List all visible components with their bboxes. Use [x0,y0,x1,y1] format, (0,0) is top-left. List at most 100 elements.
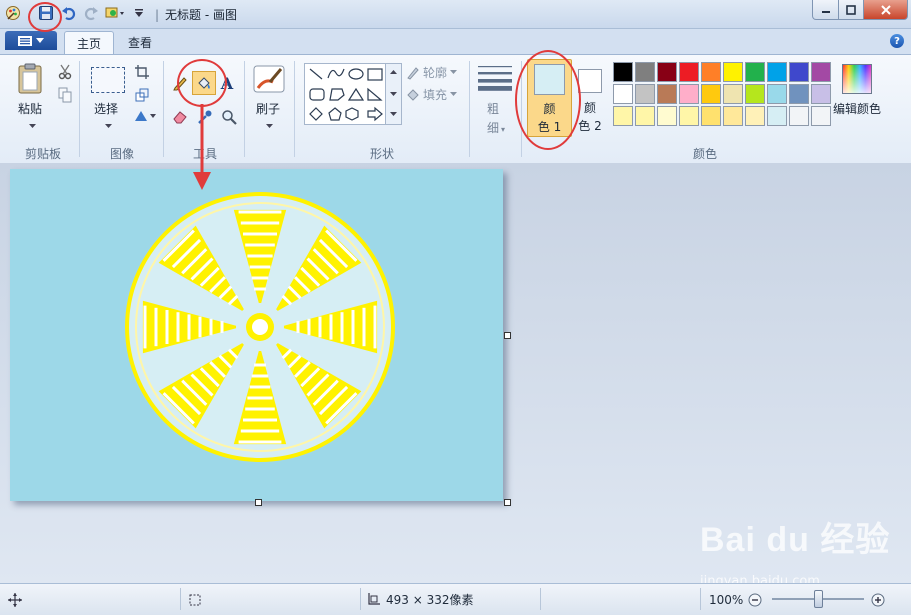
size-icon[interactable] [478,65,512,91]
close-button[interactable] [863,0,908,20]
eraser-icon[interactable] [169,106,191,128]
select-icon[interactable] [91,67,125,93]
view-quick-icon[interactable] [104,4,128,22]
zoom-slider-thumb[interactable] [814,590,823,608]
canvas-size-text: 493 × 332像素 [386,593,474,607]
size-label[interactable]: 粗 细 ▾ [487,100,505,136]
fill-button[interactable]: 填充 [406,86,458,103]
palette-swatch[interactable] [657,62,677,82]
zoom-out-button[interactable] [748,584,762,615]
brushes-label[interactable]: 刷子 [256,100,280,117]
palette-swatch[interactable] [679,62,699,82]
resize-icon[interactable] [131,84,153,106]
annotation-circle-save [28,2,62,32]
palette-swatch[interactable] [745,62,765,82]
palette-swatch[interactable] [789,62,809,82]
palette-swatch[interactable] [635,106,655,126]
palette-swatch[interactable] [701,62,721,82]
image-group-label: 图像 [109,147,134,161]
palette-swatch[interactable] [745,106,765,126]
cursor-position-icon [8,584,22,615]
outline-label: 轮廓 [423,66,448,80]
resize-handle-bottom[interactable] [255,499,262,506]
palette-swatch[interactable] [767,62,787,82]
shapes-scroll[interactable] [385,63,402,125]
magnifier-icon[interactable] [218,106,240,128]
clipboard-group-label: 剪贴板 [24,147,61,161]
canvas-size-display: 493 × 332像素 [366,584,474,615]
palette-swatch[interactable] [811,106,831,126]
resize-handle-corner[interactable] [504,499,511,506]
annotation-circle-color1 [515,50,581,150]
maximize-button[interactable] [838,0,864,20]
tab-home[interactable]: 主页 [64,31,115,54]
help-icon[interactable]: ? [890,34,904,48]
status-bar: 493 × 332像素 100% [0,583,911,615]
crop-icon[interactable] [131,61,153,83]
palette-swatch[interactable] [657,84,677,104]
undo-icon[interactable] [60,4,78,22]
select-dropdown-icon[interactable] [105,118,112,132]
select-label[interactable]: 选择 [94,100,118,117]
paste-icon[interactable] [16,63,46,95]
lemon-slice-drawing [125,192,395,462]
ribbon-separator [469,61,470,157]
paint-app-icon[interactable] [4,4,22,22]
ribbon-panel: 粘贴 剪贴板 选择 图像 A 工具 刷子 轮廓 填充 形状 粗 细 ▾ 颜 色 … [0,54,911,164]
title-bar: | 无标题 - 画图 [0,0,911,29]
paste-label[interactable]: 粘贴 [18,100,42,117]
palette-swatch[interactable] [613,106,633,126]
palette-swatch[interactable] [679,106,699,126]
drawing-canvas[interactable] [10,169,511,506]
palette-swatch[interactable] [789,106,809,126]
cut-icon[interactable] [54,61,76,83]
palette-swatch[interactable] [635,84,655,104]
outline-button[interactable]: 轮廓 [406,64,458,81]
annotation-arrow [193,104,211,190]
selection-size-icon [188,584,202,615]
window-title: | 无标题 - 画图 [155,8,238,22]
palette-swatch[interactable] [789,84,809,104]
palette-swatch[interactable] [745,84,765,104]
ribbon-separator [244,61,245,157]
resize-handle-right[interactable] [504,332,511,339]
palette-swatch[interactable] [657,106,677,126]
rotate-icon[interactable] [131,105,159,127]
palette-swatch[interactable] [723,84,743,104]
color2-label-line2: 色 2 [578,119,602,133]
fill-label: 填充 [423,88,448,102]
palette-swatch[interactable] [635,62,655,82]
status-divider [540,588,541,610]
status-divider [360,588,361,610]
palette-swatch[interactable] [811,84,831,104]
palette-swatch[interactable] [723,106,743,126]
palette-swatch[interactable] [679,84,699,104]
edit-colors-label[interactable]: 编辑颜色 [833,100,881,117]
watermark-logo: Bai du 经验 [700,521,891,559]
palette-swatch[interactable] [701,106,721,126]
palette-swatch[interactable] [613,62,633,82]
copy-icon[interactable] [54,84,76,106]
redo-icon[interactable] [82,4,100,22]
status-divider [700,588,701,610]
brushes-icon[interactable] [253,64,285,94]
app-menu-button[interactable] [5,31,57,50]
brushes-dropdown-icon[interactable] [266,118,273,132]
paste-dropdown-icon[interactable] [29,118,36,132]
edit-colors-icon[interactable] [842,64,872,94]
palette-swatch[interactable] [767,106,787,126]
customize-qat-icon[interactable] [130,4,148,22]
status-divider [180,588,181,610]
palette-swatch[interactable] [613,84,633,104]
ribbon-tabs: 主页 查看 ? [0,29,911,54]
palette-swatch[interactable] [723,62,743,82]
canvas-size-icon [368,592,380,605]
palette-swatch[interactable] [767,84,787,104]
zoom-in-button[interactable] [871,584,885,615]
minimize-button[interactable] [812,0,839,20]
palette-swatch[interactable] [701,84,721,104]
tab-view[interactable]: 查看 [116,31,164,53]
color2-swatch [578,69,602,93]
ribbon-separator [79,61,80,157]
palette-swatch[interactable] [811,62,831,82]
